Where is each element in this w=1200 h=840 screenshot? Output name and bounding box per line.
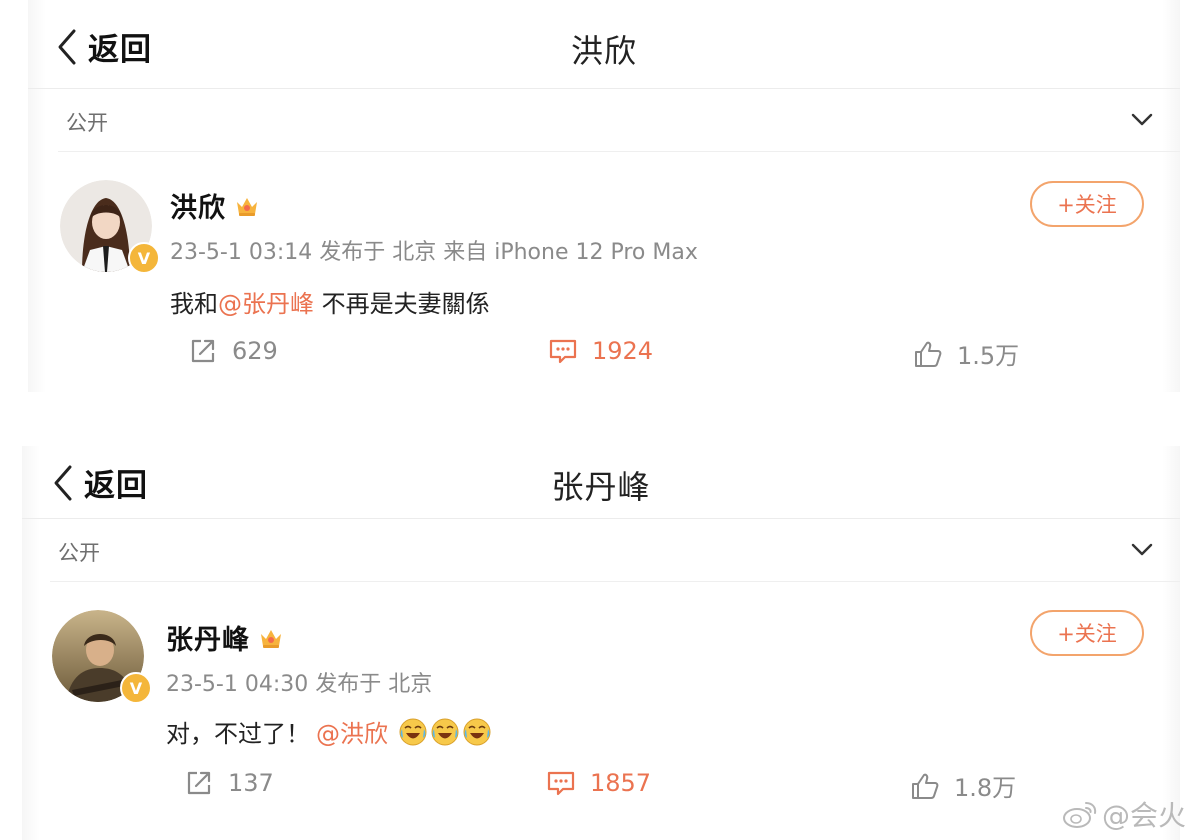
repost-count: 629 — [232, 337, 278, 365]
comment-button[interactable]: 1924 — [548, 336, 653, 366]
crown-icon — [234, 194, 260, 218]
page-title: 洪欣 — [570, 32, 637, 70]
post-actions: 137 1857 1.8万 — [22, 768, 1180, 812]
emoji-group — [396, 717, 492, 747]
avatar[interactable]: V — [60, 180, 160, 274]
nav-bar: 返回 洪欣 — [28, 0, 1180, 89]
mention-link[interactable]: @张丹峰 — [218, 284, 314, 319]
follow-button[interactable]: +关注 — [1030, 181, 1144, 227]
page-title: 张丹峰 — [551, 468, 651, 506]
comment-count: 1857 — [590, 769, 652, 797]
post-text-before: 我和 — [170, 290, 218, 318]
post-text: 我和 @张丹峰 不再是夫妻關係 — [170, 284, 490, 319]
post-meta: 23-5-1 03:14 发布于 北京 来自 iPhone 12 Pro Max — [170, 240, 698, 265]
comment-icon — [546, 768, 576, 798]
comment-button[interactable]: 1857 — [546, 768, 651, 798]
visibility-selector[interactable]: 公开 — [50, 519, 1180, 582]
repost-icon — [184, 768, 214, 798]
author-line: 洪欣 — [170, 186, 260, 225]
chevron-down-icon[interactable] — [1130, 111, 1154, 129]
comment-icon — [548, 336, 578, 366]
weibo-screen-hongxin: 返回 洪欣 公开 V 洪欣 23-5-1 03:14 发布于 北京 来自 iPh… — [28, 0, 1180, 392]
follow-button[interactable]: +关注 — [1030, 610, 1144, 656]
thumbs-up-icon — [910, 771, 940, 801]
watermark: @会火 — [1062, 794, 1186, 834]
laugh-cry-emoji-icon — [398, 717, 428, 747]
watermark-text: @会火 — [1101, 799, 1186, 832]
repost-button[interactable]: 629 — [188, 336, 278, 366]
post-actions: 629 1924 1.5万 — [28, 336, 1180, 380]
like-button[interactable]: 1.8万 — [910, 768, 1016, 803]
mention-link[interactable]: @洪欣 — [316, 714, 388, 749]
repost-button[interactable]: 137 — [184, 768, 274, 798]
post-text-after: 不再是夫妻關係 — [314, 290, 490, 318]
author-name[interactable]: 洪欣 — [170, 186, 226, 225]
repost-icon — [188, 336, 218, 366]
weibo-screen-zhangdanfeng: 返回 张丹峰 公开 V 张丹峰 23-5-1 04:30 发布于 北京 对，不过… — [22, 446, 1180, 840]
author-line: 张丹峰 — [166, 618, 284, 657]
verified-badge-icon: V — [120, 672, 152, 704]
post-text: 对，不过了！ @洪欣 — [166, 714, 492, 749]
visibility-label: 公开 — [58, 541, 100, 565]
like-count: 1.5万 — [957, 342, 1020, 370]
nav-bar: 返回 张丹峰 — [22, 446, 1180, 519]
thumbs-up-icon — [913, 339, 943, 369]
post-text-before: 对，不过了！ — [166, 720, 310, 748]
visibility-selector[interactable]: 公开 — [58, 89, 1180, 152]
weibo-logo-icon — [1062, 802, 1097, 828]
repost-count: 137 — [228, 769, 274, 797]
crown-icon — [258, 626, 284, 650]
comment-count: 1924 — [592, 337, 654, 365]
laugh-cry-emoji-icon — [430, 717, 460, 747]
like-button[interactable]: 1.5万 — [913, 336, 1019, 371]
laugh-cry-emoji-icon — [462, 717, 492, 747]
visibility-label: 公开 — [66, 111, 108, 135]
verified-badge-icon: V — [128, 242, 160, 274]
like-count: 1.8万 — [954, 774, 1017, 802]
post-meta: 23-5-1 04:30 发布于 北京 — [166, 672, 433, 697]
author-name[interactable]: 张丹峰 — [166, 618, 250, 657]
chevron-down-icon[interactable] — [1130, 541, 1154, 559]
avatar[interactable]: V — [52, 610, 152, 704]
